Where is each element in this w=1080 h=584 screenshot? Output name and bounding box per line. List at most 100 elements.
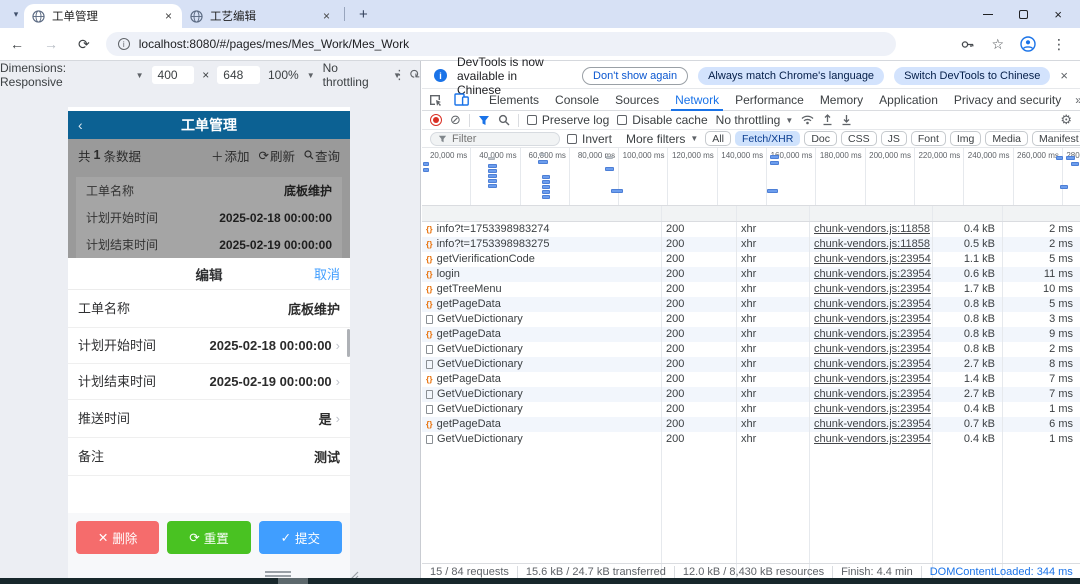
- profile-avatar-icon[interactable]: [1020, 36, 1036, 52]
- more-filters-dropdown[interactable]: More filters ▼: [626, 132, 698, 146]
- password-key-icon[interactable]: [960, 37, 975, 52]
- device-toolbar-toggle-icon[interactable]: [448, 93, 475, 106]
- tab-close-icon[interactable]: ×: [321, 9, 332, 23]
- request-row[interactable]: GetVueDictionary 200 xhr chunk-vendors.j…: [422, 312, 1080, 327]
- close-button[interactable]: ×: [1054, 7, 1062, 22]
- request-row[interactable]: GetVueDictionary 200 xhr chunk-vendors.j…: [422, 342, 1080, 357]
- form-row[interactable]: 推送时间 是 ›: [68, 400, 350, 438]
- devtools-tab[interactable]: Console: [547, 89, 607, 111]
- new-tab-button[interactable]: +: [349, 6, 378, 23]
- request-row[interactable]: GetVueDictionary 200 xhr chunk-vendors.j…: [422, 402, 1080, 417]
- request-initiator[interactable]: chunk-vendors.js:11858: [810, 222, 933, 237]
- request-type-filter-chip[interactable]: JS: [880, 131, 907, 146]
- request-row[interactable]: {} getVierificationCode 200 xhr chunk-ven…: [422, 252, 1080, 267]
- maximize-button[interactable]: [1019, 9, 1029, 19]
- delete-button[interactable]: ✕ 删除: [76, 521, 160, 554]
- devtools-tab[interactable]: Network: [667, 89, 727, 111]
- column-header-size[interactable]: [933, 206, 1003, 221]
- back-button[interactable]: ←: [0, 36, 34, 52]
- inspect-element-icon[interactable]: [422, 93, 448, 107]
- form-row[interactable]: 备注 测试 ›: [68, 438, 350, 476]
- form-row[interactable]: 计划结束时间 2025-02-19 00:00:00 ›: [68, 364, 350, 400]
- request-type-filter-chip[interactable]: Fetch/XHR: [734, 131, 801, 146]
- site-info-icon[interactable]: i: [117, 38, 130, 50]
- form-row[interactable]: 工单名称 底板维护 ›: [68, 290, 350, 328]
- request-row[interactable]: GetVueDictionary 200 xhr chunk-vendors.j…: [422, 387, 1080, 402]
- column-header-name[interactable]: [422, 206, 662, 221]
- column-header-status[interactable]: [662, 206, 737, 221]
- request-type-filter-chip[interactable]: Font: [910, 131, 946, 146]
- dimensions-select[interactable]: Dimensions: Responsive: [0, 61, 128, 89]
- request-initiator[interactable]: chunk-vendors.js:23954: [810, 282, 933, 297]
- query-button[interactable]: 查询: [304, 146, 340, 165]
- work-order-card[interactable]: 工单名称 底板维护 计划开始时间 2025-02-18 00:00:00 计划结…: [76, 177, 342, 258]
- search-icon[interactable]: [498, 114, 510, 126]
- clear-network-log-icon[interactable]: ⊘: [450, 112, 461, 128]
- request-initiator[interactable]: chunk-vendors.js:23954: [810, 432, 933, 447]
- column-header-time[interactable]: [1003, 206, 1080, 221]
- reset-button[interactable]: ⟳ 重置: [167, 521, 251, 554]
- preserve-log-checkbox[interactable]: Preserve log: [526, 113, 609, 127]
- horizontal-scrollbar[interactable]: [0, 578, 1080, 584]
- more-tabs-icon[interactable]: »: [1069, 93, 1080, 107]
- request-row[interactable]: {} getPageData 200 xhr chunk-vendors.js:2…: [422, 372, 1080, 387]
- request-initiator[interactable]: chunk-vendors.js:23954: [810, 342, 933, 357]
- invert-checkbox[interactable]: Invert: [567, 132, 612, 146]
- browser-menu-icon[interactable]: ⋮: [1052, 36, 1066, 53]
- zoom-select[interactable]: 100%: [268, 68, 299, 82]
- request-initiator[interactable]: chunk-vendors.js:23954: [810, 417, 933, 432]
- record-network-log-button[interactable]: [430, 114, 442, 126]
- browser-tab[interactable]: 工单管理 ×: [24, 4, 182, 28]
- request-initiator[interactable]: chunk-vendors.js:23954: [810, 327, 933, 342]
- bookmark-star-icon[interactable]: ☆: [991, 36, 1004, 53]
- switch-chinese-button[interactable]: Switch DevTools to Chinese: [894, 66, 1051, 85]
- device-scrollbar[interactable]: [347, 329, 350, 357]
- request-row[interactable]: {} getPageData 200 xhr chunk-vendors.js:2…: [422, 417, 1080, 432]
- request-initiator[interactable]: chunk-vendors.js:11858: [810, 237, 933, 252]
- devtools-tab[interactable]: Sources: [607, 89, 667, 111]
- request-row[interactable]: {} info?t=1753398983274 200 xhr chunk-ven…: [422, 222, 1080, 237]
- request-type-filter-chip[interactable]: Media: [985, 131, 1028, 146]
- tab-close-icon[interactable]: ×: [163, 9, 174, 23]
- url-text[interactable]: localhost:8080/#/pages/mes/Mes_Work/Mes_…: [139, 37, 409, 51]
- request-initiator[interactable]: chunk-vendors.js:23954: [810, 372, 933, 387]
- cancel-link[interactable]: 取消: [314, 264, 340, 283]
- address-bar[interactable]: i localhost:8080/#/pages/mes/Mes_Work/Me…: [105, 32, 896, 56]
- scrollbar-thumb[interactable]: [278, 578, 308, 584]
- form-row[interactable]: 计划开始时间 2025-02-18 00:00:00 ›: [68, 328, 350, 364]
- request-type-filter-chip[interactable]: Manifest: [1032, 131, 1080, 146]
- disable-cache-checkbox[interactable]: Disable cache: [617, 113, 708, 127]
- devtools-tab[interactable]: Privacy and security: [946, 89, 1069, 111]
- network-overview-timeline[interactable]: 20,000 ms 40,000 ms 60,000 ms 80,000 ms 100,…: [422, 148, 1080, 206]
- request-initiator[interactable]: chunk-vendors.js:23954: [810, 312, 933, 327]
- request-type-filter-chip[interactable]: Img: [949, 131, 982, 146]
- request-initiator[interactable]: chunk-vendors.js:23954: [810, 387, 933, 402]
- column-header-type[interactable]: [737, 206, 810, 221]
- request-initiator[interactable]: chunk-vendors.js:23954: [810, 267, 933, 282]
- export-har-icon[interactable]: [841, 114, 852, 126]
- reload-button[interactable]: ⟳: [68, 36, 100, 53]
- request-row[interactable]: {} login 200 xhr chunk-vendors.js:23954 0…: [422, 267, 1080, 282]
- match-language-button[interactable]: Always match Chrome's language: [698, 66, 885, 85]
- request-type-filter-chip[interactable]: Doc: [804, 131, 837, 146]
- device-height-input[interactable]: 648: [217, 66, 260, 84]
- filter-funnel-icon[interactable]: [478, 115, 490, 126]
- request-type-filter-chip[interactable]: CSS: [841, 131, 877, 146]
- devtools-tab[interactable]: Memory: [812, 89, 871, 111]
- request-initiator[interactable]: chunk-vendors.js:23954: [810, 402, 933, 417]
- request-initiator[interactable]: chunk-vendors.js:23954: [810, 357, 933, 372]
- request-initiator[interactable]: chunk-vendors.js:23954: [810, 297, 933, 312]
- minimize-button[interactable]: [983, 13, 994, 15]
- submit-button[interactable]: ✓ 提交: [258, 521, 342, 554]
- network-conditions-icon[interactable]: [801, 115, 814, 125]
- throttling-dropdown[interactable]: No throttling ▼: [716, 113, 794, 127]
- infobar-close-icon[interactable]: ×: [1060, 68, 1068, 83]
- import-har-icon[interactable]: [822, 114, 833, 126]
- request-row[interactable]: GetVueDictionary 200 xhr chunk-vendors.j…: [422, 432, 1080, 447]
- request-row[interactable]: {} getPageData 200 xhr chunk-vendors.js:2…: [422, 297, 1080, 312]
- device-toolbar-menu-icon[interactable]: ⋮: [393, 67, 406, 83]
- column-header-initiator[interactable]: [810, 206, 933, 221]
- filter-input[interactable]: [452, 132, 552, 145]
- devtools-tab[interactable]: Elements: [481, 89, 547, 111]
- refresh-button[interactable]: ⟳ 刷新: [258, 146, 295, 165]
